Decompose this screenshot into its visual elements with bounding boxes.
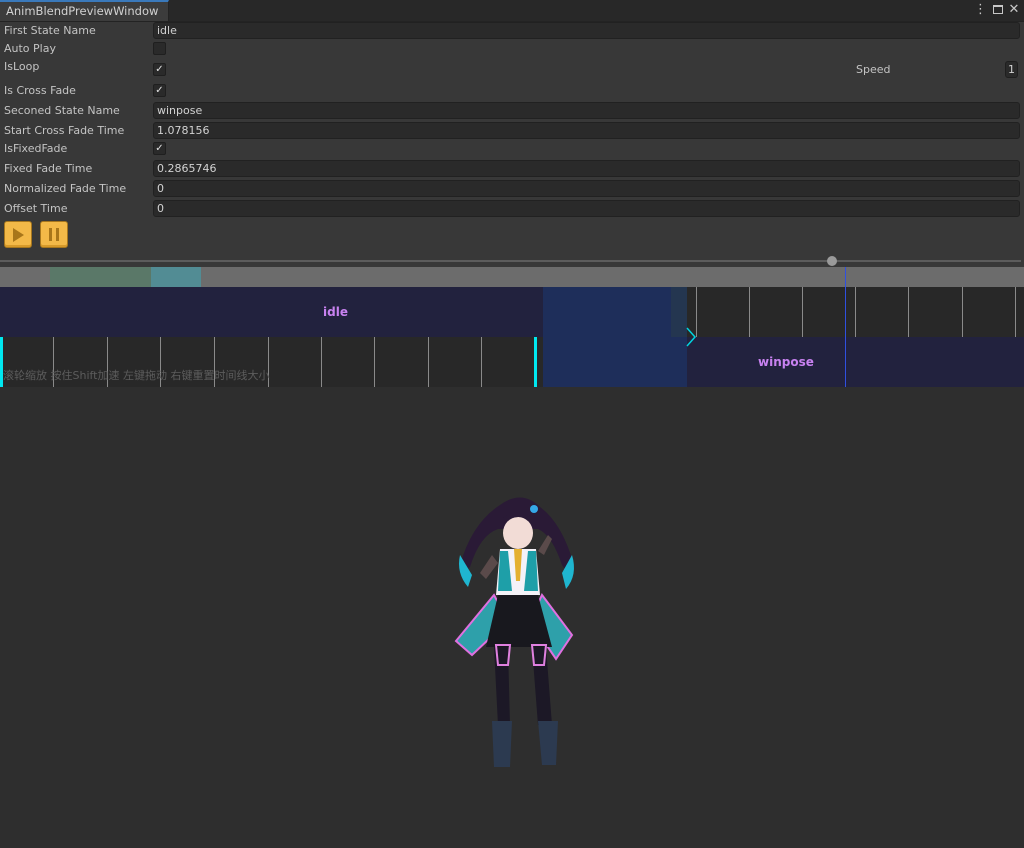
tick-mark	[855, 287, 856, 337]
seconed-state-name-label: Seconed State Name	[4, 104, 120, 117]
blend-region	[543, 287, 687, 387]
is-cross-fade-checkbox[interactable]: ✓	[153, 84, 166, 97]
timeline-ruler[interactable]	[0, 267, 1024, 287]
close-icon[interactable]: ✕	[1007, 2, 1021, 18]
character-model	[454, 497, 574, 767]
is-cross-fade-row: Is Cross Fade ✓	[0, 82, 1024, 100]
time-slider-handle[interactable]	[827, 256, 838, 266]
tab-anim-blend-preview[interactable]: AnimBlendPreviewWindow	[0, 0, 169, 21]
speed-label: Speed	[856, 63, 891, 76]
is-fixed-fade-row: IsFixedFade ✓	[0, 140, 1024, 158]
blend-end-chevron-icon	[686, 327, 697, 347]
preview-viewport[interactable]	[0, 387, 1024, 848]
normalized-fade-time-input[interactable]: 0	[153, 180, 1020, 197]
time-slider-track[interactable]	[0, 260, 1021, 262]
tick-mark	[749, 287, 750, 337]
clip-idle-label: idle	[323, 305, 348, 319]
play-button[interactable]	[4, 221, 32, 248]
ruler-range-blend	[151, 267, 201, 287]
first-state-name-input[interactable]: idle	[153, 22, 1020, 39]
offset-time-row: Offset Time 0	[0, 200, 1024, 218]
is-loop-row: IsLoop ✓ Speed 1	[0, 58, 1024, 82]
tick-mark	[321, 337, 322, 387]
fixed-fade-time-label: Fixed Fade Time	[4, 162, 93, 175]
seconed-state-name-row: Seconed State Name winpose	[0, 102, 1024, 120]
clip-winpose-label: winpose	[758, 355, 814, 369]
clip-winpose[interactable]: winpose	[687, 337, 1024, 387]
seconed-state-name-input[interactable]: winpose	[153, 102, 1020, 119]
offset-time-label: Offset Time	[4, 202, 68, 215]
maximize-icon[interactable]	[991, 2, 1005, 18]
tick-mark	[1015, 287, 1016, 337]
cross-fade-start-marker[interactable]	[534, 337, 537, 387]
auto-play-label: Auto Play	[4, 42, 56, 55]
first-state-name-row: First State Name idle	[0, 22, 1024, 40]
is-fixed-fade-checkbox[interactable]: ✓	[153, 142, 166, 155]
pause-button[interactable]	[40, 221, 68, 248]
is-cross-fade-label: Is Cross Fade	[4, 84, 76, 97]
more-options-icon[interactable]: ⋮	[974, 2, 987, 18]
is-loop-checkbox[interactable]: ✓	[153, 63, 166, 76]
fixed-fade-time-input[interactable]: 0.2865746	[153, 160, 1020, 177]
tab-bar: AnimBlendPreviewWindow ⋮ ✕	[0, 0, 1024, 22]
start-cross-fade-time-label: Start Cross Fade Time	[4, 124, 125, 137]
start-cross-fade-time-input[interactable]: 1.078156	[153, 122, 1020, 139]
first-state-name-label: First State Name	[4, 24, 96, 37]
ruler-range-first	[50, 267, 151, 287]
speed-input[interactable]: 1	[1005, 61, 1018, 78]
start-cross-fade-time-row: Start Cross Fade Time 1.078156	[0, 122, 1024, 140]
tick-mark	[802, 287, 803, 337]
play-icon	[13, 228, 24, 242]
timeline-tracks[interactable]: idle winpose 滚轮缩放 按住Shift加速 左键拖动 右键重置时间线…	[0, 287, 1024, 387]
clip-idle[interactable]: idle	[0, 287, 543, 337]
auto-play-row: Auto Play	[0, 40, 1024, 58]
timeline-hint: 滚轮缩放 按住Shift加速 左键拖动 右键重置时间线大小	[3, 369, 270, 382]
tick-mark	[962, 287, 963, 337]
offset-time-input[interactable]: 0	[153, 200, 1020, 217]
tick-mark	[428, 337, 429, 387]
playhead[interactable]	[845, 267, 846, 387]
normalized-fade-time-label: Normalized Fade Time	[4, 182, 127, 195]
normalized-fade-time-row: Normalized Fade Time 0	[0, 180, 1024, 198]
tick-mark	[374, 337, 375, 387]
is-loop-label: IsLoop	[4, 60, 40, 73]
tick-mark	[481, 337, 482, 387]
fixed-fade-time-row: Fixed Fade Time 0.2865746	[0, 160, 1024, 178]
auto-play-checkbox[interactable]	[153, 42, 166, 55]
tick-mark	[908, 287, 909, 337]
is-fixed-fade-label: IsFixedFade	[4, 142, 68, 155]
